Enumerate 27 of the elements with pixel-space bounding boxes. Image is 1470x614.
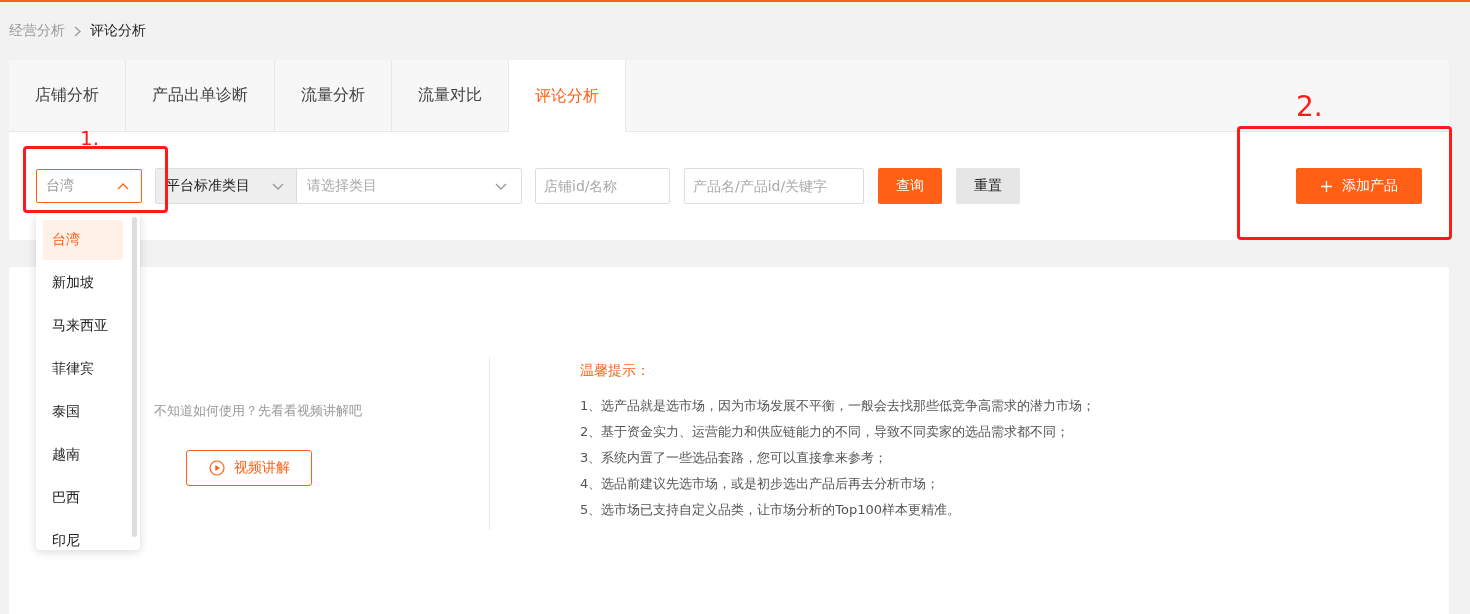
annotation-label: 1. xyxy=(80,132,100,144)
store-input-field[interactable]: 店铺id/名称 xyxy=(535,168,670,204)
help-text: 不知道如何使用？先看看视频讲解吧 xyxy=(153,402,362,420)
dropdown-option[interactable]: 越南 xyxy=(43,435,123,475)
dropdown-option[interactable]: 印尼 xyxy=(43,521,123,550)
tab[interactable]: 店铺分析 xyxy=(9,60,126,131)
tip-text: 2、基于资金实力、运营能力和供应链能力的不同，导致不同卖家的选品需求都不同； xyxy=(580,423,1071,441)
annotation-label: 2. xyxy=(1296,91,1323,123)
chevron-right-icon xyxy=(74,25,81,37)
dropdown-option[interactable]: 马来西亚 xyxy=(43,306,123,346)
scrollbar[interactable] xyxy=(132,217,137,537)
dropdown-option[interactable]: 巴西 xyxy=(43,478,123,518)
chevron-up-icon xyxy=(117,182,129,190)
tip-text: 3、系统内置了一些选品套路，您可以直接拿来参考； xyxy=(580,449,889,467)
dropdown-option[interactable]: 泰国 xyxy=(43,392,123,432)
tip-text: 1、选产品就是选市场，因为市场发展不平衡，一般会去找那些低竞争高需求的潜力市场； xyxy=(580,397,1096,415)
tip-text: 5、选市场已支持自定义品类，让市场分析的Top100样本更精准。 xyxy=(580,501,962,519)
tip-text: 4、选品前建议先选市场，或是初步选出产品后再去分析市场； xyxy=(580,475,941,493)
tab[interactable]: 产品出单诊断 xyxy=(126,60,275,131)
tips-title: 温馨提示： xyxy=(580,362,651,380)
tab[interactable]: 流量分析 xyxy=(275,60,392,131)
reset-button[interactable]: 重置 xyxy=(956,168,1020,204)
play-circle-icon xyxy=(208,460,225,476)
product-input-field[interactable]: 产品名/产品id/关键字 xyxy=(684,168,864,204)
dropdown-option[interactable]: 菲律宾 xyxy=(43,349,123,389)
plus-icon xyxy=(1320,180,1332,192)
dropdown-option[interactable]: 新加坡 xyxy=(43,263,123,303)
